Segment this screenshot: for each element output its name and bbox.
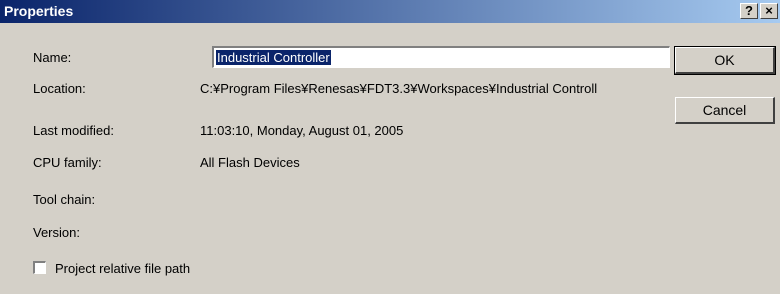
help-icon[interactable]: ? xyxy=(740,3,758,19)
last-modified-value: 11:03:10, Monday, August 01, 2005 xyxy=(200,123,404,138)
tool-chain-label: Tool chain: xyxy=(33,192,96,207)
cpu-family-label: CPU family: xyxy=(33,155,102,170)
name-label: Name: xyxy=(33,50,72,65)
cpu-family-value: All Flash Devices xyxy=(200,155,300,170)
title-bar[interactable]: Properties ? × xyxy=(0,0,780,23)
name-input[interactable]: Industrial Controller xyxy=(212,46,670,68)
version-label: Version: xyxy=(33,225,80,240)
properties-dialog: Properties ? × Name: Industrial Controll… xyxy=(0,0,780,294)
location-label: Location: xyxy=(33,81,86,96)
location-value: C:¥Program Files¥Renesas¥FDT3.3¥Workspac… xyxy=(200,81,598,96)
window-title: Properties xyxy=(4,3,74,19)
ok-button[interactable]: OK xyxy=(674,46,776,75)
close-icon[interactable]: × xyxy=(760,3,778,19)
project-relative-path-checkbox[interactable] xyxy=(33,261,46,274)
last-modified-label: Last modified: xyxy=(33,123,114,138)
project-relative-path-label[interactable]: Project relative file path xyxy=(55,261,190,276)
name-input-value: Industrial Controller xyxy=(215,49,332,66)
cancel-button[interactable]: Cancel xyxy=(675,97,775,124)
